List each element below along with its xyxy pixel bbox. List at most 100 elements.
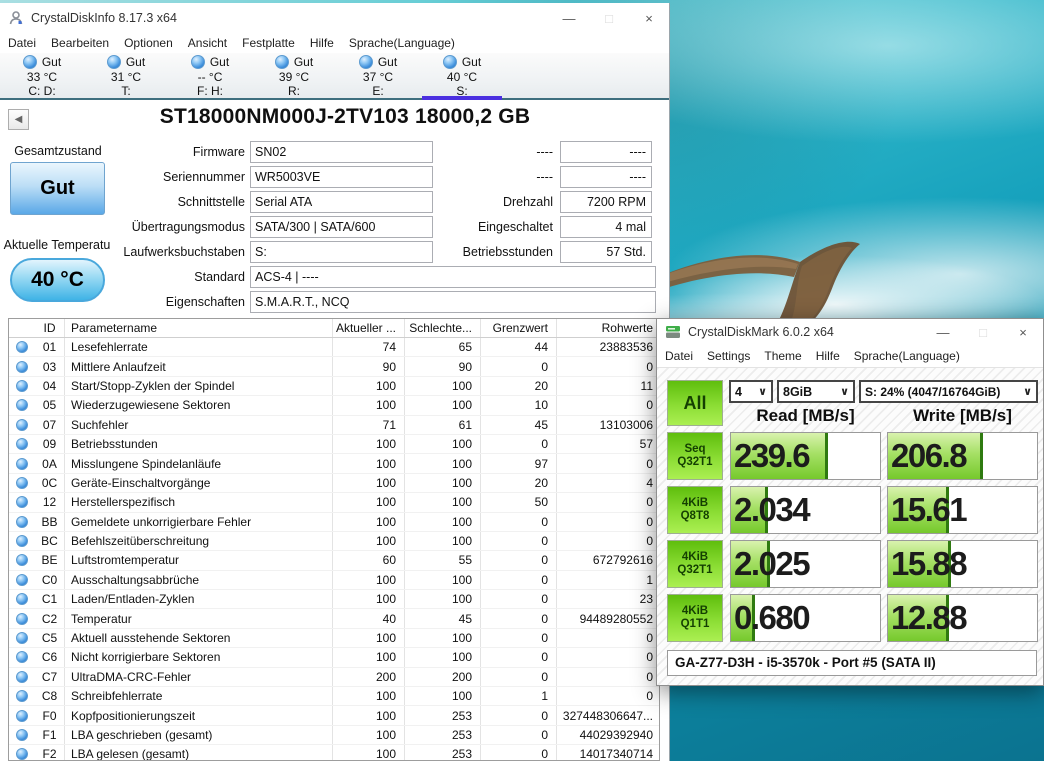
- smart-table-row[interactable]: C7 UltraDMA-CRC-Fehler 200 200 0 0: [9, 667, 659, 688]
- smart-table-row[interactable]: 01 Lesefehlerrate 74 65 44 23883536: [9, 338, 659, 358]
- smart-table-row[interactable]: 0A Misslungene Spindelanläufe 100 100 97…: [9, 454, 659, 474]
- smart-table-row[interactable]: C1 Laden/Entladen-Zyklen 100 100 0 23: [9, 590, 659, 610]
- field-label: Firmware: [192, 145, 245, 159]
- field-value-box: Serial ATA: [250, 191, 433, 213]
- cdi-menu-item[interactable]: Hilfe: [310, 36, 334, 50]
- smart-table-row[interactable]: 04 Start/Stopp-Zyklen der Spindel 100 10…: [9, 376, 659, 397]
- desktop: CrystalDiskInfo 8.17.3 x64 — □ × Datei B…: [0, 0, 1044, 761]
- attribute-current: 100: [333, 531, 405, 551]
- cdm-menu-item[interactable]: Settings: [707, 349, 750, 363]
- smart-table-row[interactable]: 12 Herstellerspezifisch 100 100 50 0: [9, 493, 659, 513]
- field-label: Laufwerksbuchstaben: [123, 245, 245, 259]
- comment-field[interactable]: GA-Z77-D3H - i5-3570k - Port #5 (SATA II…: [667, 650, 1037, 676]
- drive-tab[interactable]: Gut 31 °C T:: [84, 53, 168, 98]
- cdm-menu-item[interactable]: Datei: [665, 349, 693, 363]
- cdi-menu-item[interactable]: Sprache(Language): [349, 36, 455, 50]
- run-all-tests-button[interactable]: All: [667, 380, 723, 426]
- smart-table-row[interactable]: C6 Nicht korrigierbare Sektoren 100 100 …: [9, 648, 659, 668]
- cdi-menu-item[interactable]: Festplatte: [242, 36, 295, 50]
- back-button[interactable]: ◀: [8, 109, 29, 130]
- cdm-menu-item[interactable]: Sprache(Language): [854, 349, 960, 363]
- drive-tab[interactable]: Gut 33 °C C: D:: [0, 53, 84, 98]
- cdi-menu-item[interactable]: Optionen: [124, 36, 173, 50]
- cdm-maximize-button[interactable]: □: [963, 325, 1003, 340]
- run-test-button[interactable]: 4KiB Q8T8: [667, 486, 723, 534]
- health-status-orb-icon: [106, 55, 121, 70]
- field-value-box: ----: [560, 141, 652, 163]
- smart-table-row[interactable]: BE Luftstromtemperatur 60 55 0 672792616: [9, 551, 659, 571]
- cdm-minimize-button[interactable]: —: [923, 325, 963, 340]
- cdi-close-button[interactable]: ×: [629, 11, 669, 26]
- attribute-current: 100: [333, 434, 405, 454]
- smart-table-row[interactable]: F1 LBA geschrieben (gesamt) 100 253 0 44…: [9, 725, 659, 746]
- attribute-name: Schreibfehlerrate: [65, 687, 333, 706]
- wallpaper-fin-graphic: [652, 241, 860, 332]
- smart-table-row[interactable]: C8 Schreibfehlerrate 100 100 1 0: [9, 687, 659, 707]
- attribute-name: Gemeldete unkorrigierbare Fehler: [65, 512, 333, 531]
- attribute-raw-value: 0: [646, 514, 653, 529]
- drive-tab-status: Gut: [41, 55, 62, 69]
- drive-tab[interactable]: Gut -- °C F: H:: [168, 53, 252, 98]
- smart-table-row[interactable]: 03 Mittlere Anlaufzeit 90 90 0 0: [9, 357, 659, 377]
- smart-table-row[interactable]: 05 Wiederzugewiesene Sektoren 100 100 10…: [9, 396, 659, 416]
- smart-table-row[interactable]: C0 Ausschaltungsabbrüche 100 100 0 1: [9, 570, 659, 591]
- smart-table-row[interactable]: C5 Aktuell ausstehende Sektoren 100 100 …: [9, 628, 659, 649]
- cdi-menu-item[interactable]: Ansicht: [188, 36, 227, 50]
- smart-table-row[interactable]: 07 Suchfehler 71 61 45 13103006: [9, 415, 659, 435]
- attribute-name: LBA geschrieben (gesamt): [65, 725, 333, 745]
- attribute-name: Herstellerspezifisch: [65, 493, 333, 512]
- write-result-value: 15.88: [891, 545, 968, 582]
- target-drive-dropdown[interactable]: S: 24% (4047/16764GiB) ∨: [859, 380, 1038, 403]
- cdm-menu-item[interactable]: Hilfe: [816, 349, 840, 363]
- attribute-id: 05: [35, 396, 65, 415]
- smart-table-row[interactable]: BB Gemeldete unkorrigierbare Fehler 100 …: [9, 512, 659, 532]
- drive-tab[interactable]: Gut 40 °C S:: [420, 53, 504, 100]
- attribute-threshold: 50: [481, 493, 557, 512]
- field-label: Drehzahl: [502, 195, 553, 209]
- health-status-orb-icon: [358, 55, 373, 70]
- attribute-id: C1: [35, 590, 65, 609]
- cdi-menu-item[interactable]: Bearbeiten: [51, 36, 109, 50]
- read-result-cell: 0.680: [730, 594, 881, 642]
- cdi-menu-item[interactable]: Datei: [8, 36, 36, 50]
- test-size-dropdown[interactable]: 8GiB ∨: [777, 380, 855, 403]
- attribute-id: BC: [35, 531, 65, 551]
- drive-tab-letters: C: D:: [28, 84, 56, 98]
- attribute-threshold: 0: [481, 725, 557, 745]
- smart-table-row[interactable]: F2 LBA gelesen (gesamt) 100 253 0 140173…: [9, 745, 659, 760]
- header-id: ID: [35, 319, 65, 337]
- smart-table-row[interactable]: C2 Temperatur 40 45 0 94489280552: [9, 609, 659, 629]
- attribute-raw-value: 57: [639, 437, 653, 452]
- test-count-dropdown[interactable]: 4 ∨: [729, 380, 773, 403]
- drive-tab[interactable]: Gut 39 °C R:: [252, 53, 336, 98]
- drive-tab[interactable]: Gut 37 °C E:: [336, 53, 420, 98]
- health-status-orb-icon: [22, 55, 37, 70]
- drive-model-title: ST18000NM000J-2TV103 18000,2 GB: [159, 105, 531, 128]
- run-test-button[interactable]: Seq Q32T1: [667, 432, 723, 480]
- cdm-close-button[interactable]: ×: [1003, 325, 1043, 340]
- run-test-button[interactable]: 4KiB Q1T1: [667, 594, 723, 642]
- attribute-id: 09: [35, 434, 65, 454]
- smart-table-row[interactable]: 09 Betriebsstunden 100 100 0 57: [9, 434, 659, 455]
- attribute-worst: 253: [405, 706, 481, 725]
- cdi-maximize-button[interactable]: □: [589, 11, 629, 26]
- run-test-button[interactable]: 4KiB Q32T1: [667, 540, 723, 588]
- field-row: ---- ----: [434, 165, 652, 189]
- smart-table-row[interactable]: F0 Kopfpositionierungszeit 100 253 0 327…: [9, 706, 659, 726]
- drive-tab-temperature: 37 °C: [362, 69, 394, 84]
- attribute-current: 100: [333, 473, 405, 493]
- cdi-minimize-button[interactable]: —: [549, 11, 589, 26]
- attribute-raw-value: 0: [646, 359, 653, 374]
- field-value-box: 4 mal: [560, 216, 652, 238]
- smart-table-row[interactable]: 0C Geräte-Einschaltvorgänge 100 100 20 4: [9, 473, 659, 494]
- chevron-down-icon: ∨: [758, 386, 767, 398]
- smart-table-row[interactable]: BC Befehlszeitüberschreitung 100 100 0 0: [9, 531, 659, 552]
- attribute-threshold: 45: [481, 415, 557, 434]
- cdm-menu-item[interactable]: Theme: [764, 349, 801, 363]
- attribute-current: 74: [333, 338, 405, 357]
- attribute-id: 04: [35, 376, 65, 396]
- field-value-box: ----: [560, 166, 652, 188]
- attribute-threshold: 20: [481, 376, 557, 396]
- attribute-id: 07: [35, 415, 65, 434]
- attribute-worst: 90: [405, 357, 481, 376]
